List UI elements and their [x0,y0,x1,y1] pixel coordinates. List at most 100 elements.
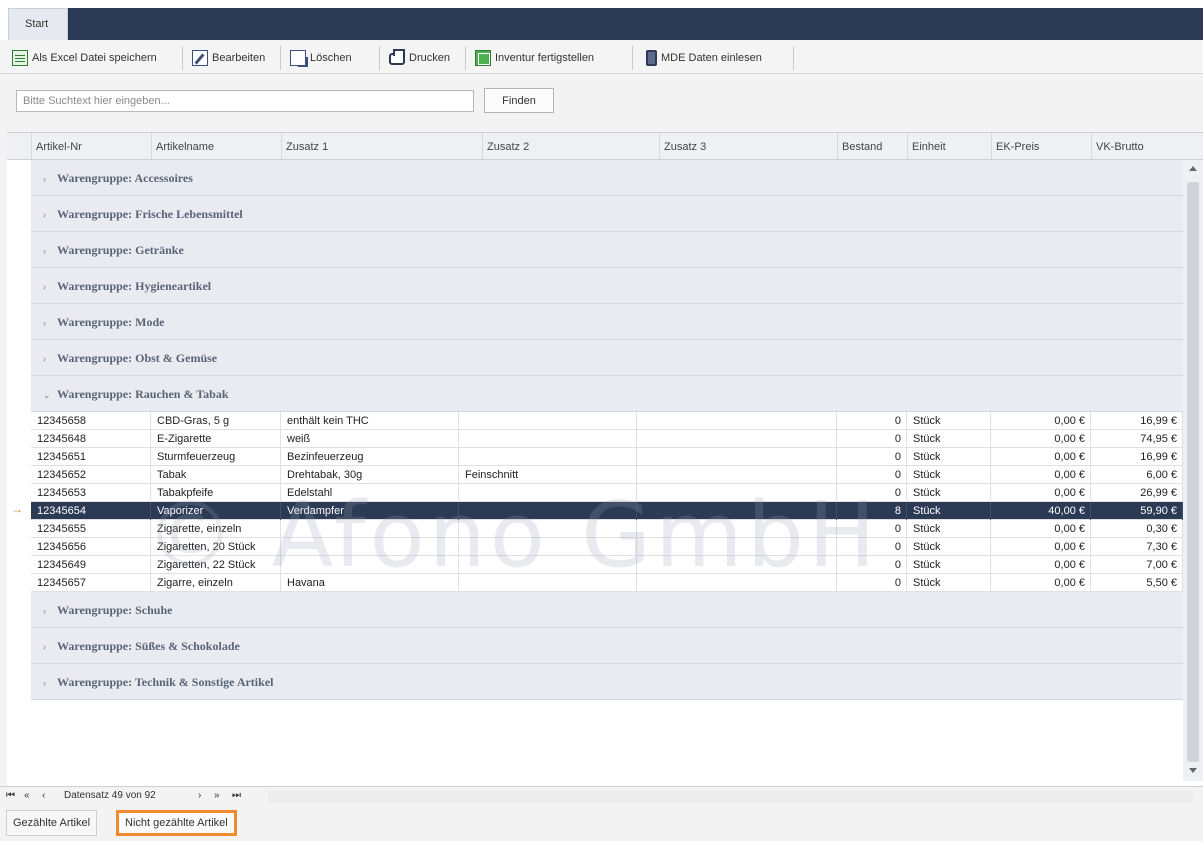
table-cell[interactable]: 12345657 [31,574,151,592]
group-row[interactable]: › Warengruppe: Süßes & Schokolade [31,628,1183,664]
table-cell[interactable]: CBD-Gras, 5 g [151,412,281,430]
table-cell[interactable]: 0 [837,448,907,466]
table-cell[interactable]: 0 [837,484,907,502]
table-cell[interactable]: 0,30 € [1091,520,1183,538]
table-cell[interactable]: 0,00 € [991,430,1091,448]
table-cell[interactable]: Vaporizer [151,502,281,520]
table-cell[interactable] [459,502,637,520]
table-cell[interactable]: Drehtabak, 30g [281,466,459,484]
group-row[interactable]: › Warengruppe: Mode [31,304,1183,340]
table-cell[interactable] [459,448,637,466]
table-cell[interactable] [637,520,837,538]
table-cell[interactable]: Stück [907,574,991,592]
scroll-up-icon[interactable] [1189,166,1197,171]
table-cell[interactable]: 0 [837,520,907,538]
table-cell[interactable]: Stück [907,556,991,574]
table-cell[interactable]: E-Zigarette [151,430,281,448]
table-cell[interactable] [637,574,837,592]
find-button[interactable]: Finden [484,88,554,113]
table-cell[interactable]: 0 [837,430,907,448]
tab-not-counted-articles[interactable]: Nicht gezählte Artikel [116,810,237,836]
table-cell[interactable]: Sturmfeuerzeug [151,448,281,466]
delete-button[interactable]: Löschen [290,47,352,69]
column-header-einheit[interactable]: Einheit [907,133,991,160]
table-cell[interactable]: weiß [281,430,459,448]
table-cell[interactable]: 0,00 € [991,520,1091,538]
table-cell[interactable]: 26,99 € [1091,484,1183,502]
chevron-right-icon[interactable]: › [43,210,57,220]
table-cell[interactable] [637,448,837,466]
table-cell[interactable] [459,574,637,592]
table-row[interactable]: 12345656 Zigaretten, 20 Stück 0 Stück 0,00 €… [31,538,1183,556]
table-cell[interactable]: 12345652 [31,466,151,484]
tab-start[interactable]: Start [8,8,68,40]
table-cell[interactable]: 8 [837,502,907,520]
group-row[interactable]: › Warengruppe: Technik & Sonstige Artikel [31,664,1183,700]
table-cell[interactable]: 16,99 € [1091,412,1183,430]
table-cell[interactable] [459,430,637,448]
print-button[interactable]: Drucken [389,47,450,69]
group-row[interactable]: › Warengruppe: Frische Lebensmittel [31,196,1183,232]
table-cell[interactable]: enthält kein THC [281,412,459,430]
table-cell[interactable]: Stück [907,430,991,448]
column-header-bestand[interactable]: Bestand [837,133,907,160]
chevron-right-icon[interactable]: › [43,642,57,652]
table-cell[interactable]: 0,00 € [991,556,1091,574]
group-row[interactable]: › Warengruppe: Schuhe [31,592,1183,628]
table-row[interactable]: 12345649 Zigaretten, 22 Stück 0 Stück 0,00 €… [31,556,1183,574]
previous-record-icon[interactable]: ‹ [42,790,45,801]
table-cell[interactable]: Stück [907,466,991,484]
chevron-right-icon[interactable]: › [43,246,57,256]
group-row[interactable]: › Warengruppe: Getränke [31,232,1183,268]
scroll-down-icon[interactable] [1189,768,1197,773]
table-cell[interactable]: Bezinfeuerzeug [281,448,459,466]
table-row[interactable]: 12345657 Zigarre, einzeln Havana 0 Stück 0,00… [31,574,1183,592]
chevron-right-icon[interactable]: › [43,282,57,292]
table-row[interactable]: 12345648 E-Zigarette weiß 0 Stück 0,00 €74,95… [31,430,1183,448]
table-cell[interactable]: Tabak [151,466,281,484]
table-cell[interactable]: Zigarre, einzeln [151,574,281,592]
table-cell[interactable]: Stück [907,538,991,556]
table-cell[interactable] [637,412,837,430]
table-cell[interactable]: 59,90 € [1091,502,1183,520]
table-cell[interactable]: 0 [837,574,907,592]
export-excel-button[interactable]: Als Excel Datei speichern [12,47,157,69]
table-cell[interactable] [637,466,837,484]
table-cell[interactable] [637,556,837,574]
group-row[interactable]: › Warengruppe: Hygieneartikel [31,268,1183,304]
table-cell[interactable]: 74,95 € [1091,430,1183,448]
table-cell[interactable]: 12345656 [31,538,151,556]
search-input[interactable] [16,90,474,112]
table-cell[interactable]: Zigaretten, 22 Stück [151,556,281,574]
group-row[interactable]: › Warengruppe: Obst & Gemüse [31,340,1183,376]
table-cell[interactable]: 12345649 [31,556,151,574]
chevron-right-icon[interactable]: › [43,354,57,364]
column-header-ek-preis[interactable]: EK-Preis [991,133,1091,160]
table-row[interactable]: 12345658 CBD-Gras, 5 g enthält kein THC 0 St… [31,412,1183,430]
table-cell[interactable] [281,520,459,538]
chevron-right-icon[interactable]: › [43,606,57,616]
table-cell[interactable]: Stück [907,484,991,502]
column-header-zusatz-2[interactable]: Zusatz 2 [482,133,660,160]
scrollbar-thumb[interactable] [1187,182,1199,762]
table-cell[interactable]: Stück [907,448,991,466]
table-cell[interactable] [281,538,459,556]
table-cell[interactable]: 0,00 € [991,484,1091,502]
table-cell[interactable]: 0 [837,556,907,574]
column-header-artikel-nr[interactable]: Artikel-Nr [31,133,151,160]
table-cell[interactable]: Zigarette, einzeln [151,520,281,538]
next-record-icon[interactable]: › [198,790,201,801]
table-cell[interactable]: 16,99 € [1091,448,1183,466]
table-row[interactable]: 12345653 Tabakpfeife Edelstahl 0 Stück 0,00 €… [31,484,1183,502]
table-cell[interactable]: 12345651 [31,448,151,466]
table-cell[interactable] [459,538,637,556]
chevron-down-icon[interactable]: ⌄ [43,390,57,401]
table-cell[interactable]: 0,00 € [991,538,1091,556]
table-cell[interactable] [637,484,837,502]
table-cell[interactable]: 0 [837,412,907,430]
table-cell[interactable]: 40,00 € [991,502,1091,520]
chevron-right-icon[interactable]: › [43,318,57,328]
column-header-zusatz-1[interactable]: Zusatz 1 [281,133,459,160]
edit-button[interactable]: Bearbeiten [192,47,265,69]
table-cell[interactable] [281,556,459,574]
